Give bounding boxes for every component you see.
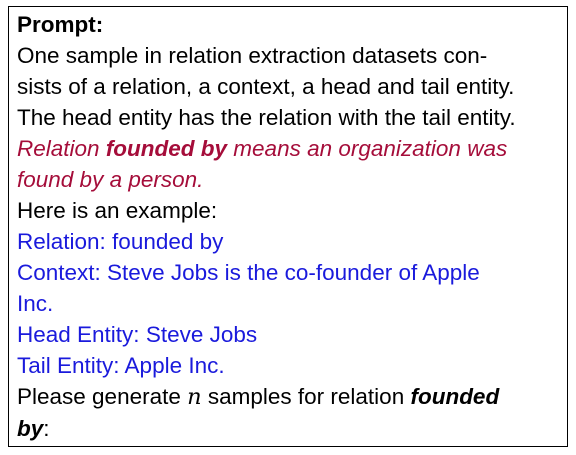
prompt-title: Prompt: bbox=[17, 12, 104, 37]
intro-line-1: One sample in relation extraction datase… bbox=[17, 43, 488, 68]
request-before: Please generate bbox=[17, 384, 188, 409]
prompt-box: Prompt: One sample in relation extractio… bbox=[8, 6, 568, 447]
intro-line-3: The head entity has the relation with th… bbox=[17, 105, 516, 130]
example-relation: Relation: founded by bbox=[17, 229, 224, 254]
request-line-1: Please generate n samples for relation f… bbox=[17, 381, 559, 413]
request-relation-part-1: founded bbox=[410, 384, 500, 409]
definition-suffix: means an organization was bbox=[227, 136, 508, 161]
request-line-2: by: bbox=[17, 413, 559, 444]
example-context-line-2: Inc. bbox=[17, 291, 54, 316]
example-head-entity: Head Entity: Steve Jobs bbox=[17, 322, 258, 347]
definition-prefix: Relation bbox=[17, 136, 106, 161]
example-context-line-1: Context: Steve Jobs is the co-founder of… bbox=[17, 260, 480, 285]
definition-line-1: Relation founded by means an organizatio… bbox=[17, 133, 559, 164]
intro-line-2: sists of a relation, a context, a head a… bbox=[17, 74, 515, 99]
request-variable: n bbox=[187, 384, 202, 410]
request-end: : bbox=[43, 416, 50, 441]
definition-line-2: found by a person. bbox=[17, 167, 204, 192]
example-tail-entity: Tail Entity: Apple Inc. bbox=[17, 353, 225, 378]
definition-relation: founded by bbox=[105, 136, 228, 161]
request-relation-part-2: by bbox=[17, 416, 44, 441]
example-intro: Here is an example: bbox=[17, 198, 218, 223]
request-middle: samples for relation bbox=[201, 384, 411, 409]
